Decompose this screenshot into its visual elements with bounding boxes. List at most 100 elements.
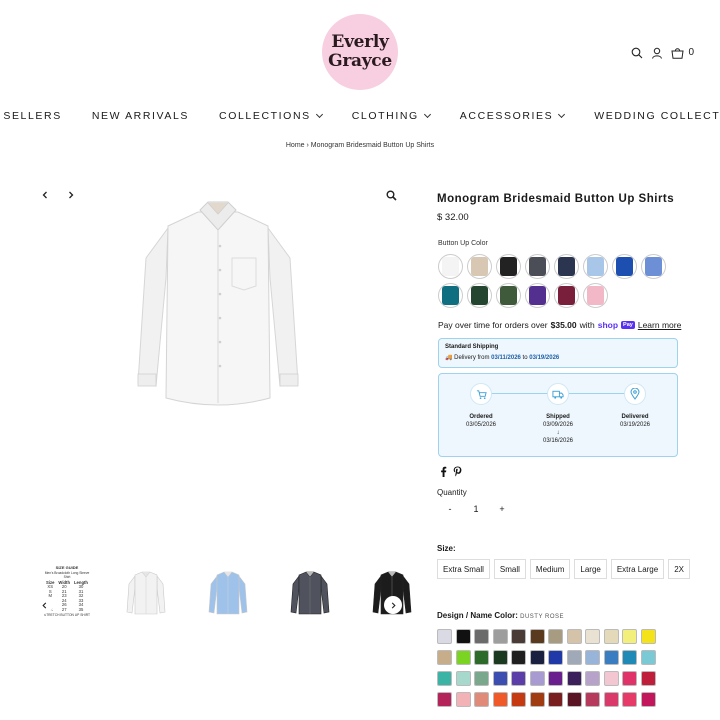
design-color-swatch[interactable] bbox=[492, 629, 508, 644]
quantity-minus-button[interactable]: - bbox=[437, 504, 463, 514]
design-color-swatch[interactable] bbox=[492, 692, 508, 707]
nav-item-accessories[interactable]: ACCESSORIES bbox=[445, 110, 579, 122]
facebook-icon[interactable] bbox=[440, 464, 447, 482]
search-icon[interactable] bbox=[631, 46, 644, 59]
design-color-swatch[interactable] bbox=[566, 629, 582, 644]
design-color-swatch[interactable] bbox=[548, 650, 563, 665]
design-color-swatch[interactable] bbox=[566, 692, 582, 707]
size-option-button[interactable]: Extra Large bbox=[610, 559, 665, 579]
design-color-swatch[interactable] bbox=[548, 692, 563, 707]
design-color-swatch[interactable] bbox=[585, 671, 600, 686]
size-option-button[interactable]: Small bbox=[493, 559, 526, 579]
color-swatch[interactable] bbox=[496, 254, 521, 279]
size-option-button[interactable]: Large bbox=[574, 559, 607, 579]
cart-icon[interactable] bbox=[671, 46, 685, 59]
size-option-button[interactable]: Medium bbox=[529, 559, 571, 579]
design-color-swatch[interactable] bbox=[622, 692, 637, 707]
breadcrumb[interactable]: Home › Monogram Bridesmaid Button Up Shi… bbox=[0, 142, 720, 149]
color-swatch[interactable] bbox=[467, 254, 492, 279]
thumbs-next-arrow[interactable] bbox=[384, 596, 402, 614]
shirt-thumb-icon bbox=[126, 571, 166, 615]
design-color-swatch[interactable] bbox=[548, 671, 563, 686]
store-logo[interactable]: Everly Grayce bbox=[322, 14, 398, 90]
color-swatch[interactable] bbox=[496, 283, 521, 308]
design-color-swatch[interactable] bbox=[603, 650, 619, 665]
pinterest-icon[interactable] bbox=[453, 464, 462, 482]
design-color-swatch[interactable] bbox=[455, 629, 471, 644]
color-swatch[interactable] bbox=[525, 254, 550, 279]
design-color-swatch[interactable] bbox=[622, 671, 637, 686]
design-color-swatch[interactable] bbox=[640, 629, 656, 644]
design-color-swatch[interactable] bbox=[474, 692, 489, 707]
size-option-button[interactable]: 2X bbox=[668, 559, 690, 579]
design-color-swatch[interactable] bbox=[640, 650, 656, 665]
color-swatch[interactable] bbox=[554, 254, 579, 279]
design-color-swatch[interactable] bbox=[437, 629, 452, 644]
design-color-swatch[interactable] bbox=[492, 671, 508, 686]
design-color-swatch[interactable] bbox=[529, 692, 545, 707]
color-swatch[interactable] bbox=[467, 283, 492, 308]
design-color-swatch[interactable] bbox=[585, 650, 600, 665]
design-color-swatch[interactable] bbox=[622, 629, 637, 644]
design-color-swatch[interactable] bbox=[474, 629, 489, 644]
design-color-swatch[interactable] bbox=[511, 671, 526, 686]
color-swatch[interactable] bbox=[438, 283, 463, 308]
gallery-prev-arrow[interactable] bbox=[38, 188, 52, 202]
main-product-image[interactable] bbox=[128, 198, 308, 414]
quantity-label: Quantity bbox=[437, 488, 467, 497]
color-swatch[interactable] bbox=[641, 254, 666, 279]
design-color-swatch[interactable] bbox=[548, 629, 563, 644]
design-color-swatch[interactable] bbox=[437, 671, 452, 686]
design-color-swatch[interactable] bbox=[603, 692, 619, 707]
color-swatch[interactable] bbox=[554, 283, 579, 308]
size-option-button[interactable]: Extra Small bbox=[437, 559, 490, 579]
design-color-swatch[interactable] bbox=[437, 692, 452, 707]
color-swatch[interactable] bbox=[583, 283, 608, 308]
design-color-swatch[interactable] bbox=[529, 671, 545, 686]
gallery-next-arrow[interactable] bbox=[64, 188, 78, 202]
nav-item-new-arrivals[interactable]: NEW ARRIVALS bbox=[77, 110, 204, 122]
learn-more-link[interactable]: Learn more bbox=[638, 320, 681, 330]
design-color-swatch[interactable] bbox=[622, 650, 637, 665]
thumbnail-image[interactable] bbox=[200, 566, 256, 620]
design-color-swatch[interactable] bbox=[603, 671, 619, 686]
design-color-swatch[interactable] bbox=[529, 629, 545, 644]
design-color-swatch[interactable] bbox=[455, 692, 471, 707]
design-color-swatch[interactable] bbox=[455, 650, 471, 665]
quantity-stepper: - 1 + bbox=[437, 504, 515, 514]
zoom-icon[interactable] bbox=[386, 188, 398, 201]
color-swatch[interactable] bbox=[612, 254, 637, 279]
nav-item-best-sellers[interactable]: BEST SELLERS bbox=[0, 110, 77, 122]
quantity-input[interactable]: 1 bbox=[463, 504, 489, 514]
color-swatch[interactable] bbox=[438, 254, 463, 279]
design-color-swatch[interactable] bbox=[492, 650, 508, 665]
design-color-swatch[interactable] bbox=[529, 650, 545, 665]
design-color-swatch[interactable] bbox=[437, 650, 452, 665]
thumbnail-image[interactable] bbox=[118, 566, 174, 620]
design-color-swatch[interactable] bbox=[585, 692, 600, 707]
design-color-swatch[interactable] bbox=[455, 671, 471, 686]
color-swatch[interactable] bbox=[525, 283, 550, 308]
chevron-down-icon bbox=[315, 110, 323, 119]
design-color-swatch[interactable] bbox=[566, 650, 582, 665]
quantity-plus-button[interactable]: + bbox=[489, 504, 515, 514]
nav-item-wedding-collection[interactable]: WEDDING COLLECTION bbox=[579, 110, 720, 122]
design-color-swatch[interactable] bbox=[585, 629, 600, 644]
nav-item-collections[interactable]: COLLECTIONS bbox=[204, 110, 337, 122]
thumbs-prev-arrow[interactable] bbox=[35, 596, 53, 614]
color-swatch[interactable] bbox=[583, 254, 608, 279]
design-color-swatch[interactable] bbox=[640, 692, 656, 707]
design-color-swatch[interactable] bbox=[566, 671, 582, 686]
design-color-swatch[interactable] bbox=[474, 671, 489, 686]
design-color-swatch[interactable] bbox=[511, 629, 526, 644]
thumbnail-image[interactable] bbox=[282, 566, 338, 620]
nav-item-clothing[interactable]: CLOTHING bbox=[337, 110, 445, 122]
swatch-shirt-icon bbox=[529, 286, 546, 305]
design-color-swatch[interactable] bbox=[511, 650, 526, 665]
design-color-swatch[interactable] bbox=[474, 650, 489, 665]
size-guide-sub2: Shirt bbox=[63, 575, 71, 579]
design-color-swatch[interactable] bbox=[511, 692, 526, 707]
design-color-swatch[interactable] bbox=[603, 629, 619, 644]
account-icon[interactable] bbox=[651, 46, 664, 59]
design-color-swatch[interactable] bbox=[640, 671, 656, 686]
